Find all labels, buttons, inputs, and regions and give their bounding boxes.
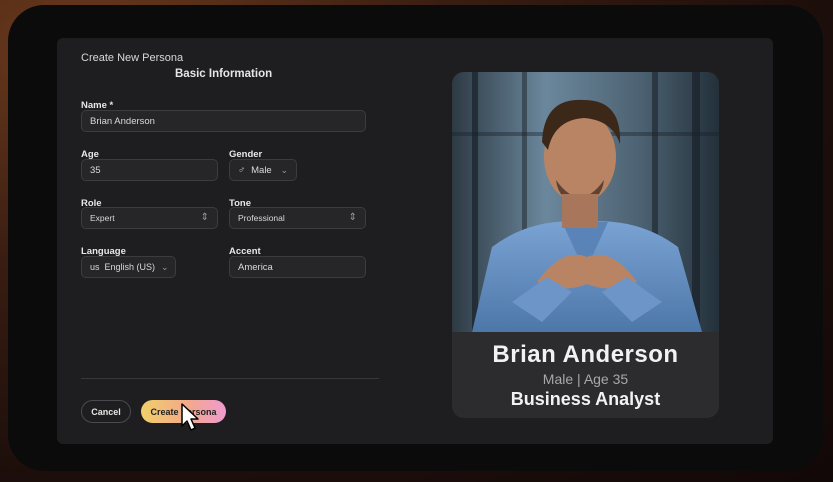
role-value: Expert: [90, 213, 115, 223]
accent-input[interactable]: America: [229, 256, 366, 278]
updown-chevron-icon: ⇕: [348, 212, 357, 223]
gender-value: Male: [251, 164, 272, 176]
preview-gender: Male: [542, 371, 574, 387]
create-persona-dialog: Create New Persona Basic Information Nam…: [57, 38, 773, 444]
flag-us-icon: us: [90, 262, 100, 272]
footer-divider: [81, 378, 379, 379]
section-title: Basic Information: [175, 68, 273, 80]
preview-name: Brian Anderson: [492, 341, 679, 368]
male-symbol-icon: ♂: [238, 164, 246, 176]
age-input[interactable]: 35: [81, 159, 218, 181]
name-value: Brian Anderson: [90, 115, 155, 127]
preview-meta: Male | Age 35: [452, 371, 719, 387]
language-value: English (US): [104, 262, 156, 272]
updown-chevron-icon: ⇕: [200, 212, 209, 223]
preview-age-label: Age: [583, 371, 609, 387]
tone-select[interactable]: Professional ⇕: [229, 207, 366, 229]
tone-value: Professional: [238, 213, 285, 223]
preview-separator: |: [577, 371, 581, 387]
persona-preview-card: Brian Anderson Male | Age 35 Business An…: [452, 72, 719, 418]
cancel-button[interactable]: Cancel: [81, 400, 131, 423]
gender-select[interactable]: ♂ Male ⌄: [229, 159, 297, 181]
persona-avatar-photo: [452, 72, 719, 332]
dialog-title: Create New Persona: [81, 52, 184, 64]
name-input[interactable]: Brian Anderson: [81, 110, 366, 132]
role-select[interactable]: Expert ⇕: [81, 207, 218, 229]
mouse-pointer-icon: [181, 403, 199, 431]
preview-age: 35: [612, 371, 629, 387]
preview-role: Business Analyst: [510, 389, 661, 409]
age-value: 35: [90, 164, 101, 176]
accent-value: America: [238, 261, 273, 273]
chevron-down-icon: ⌄: [161, 261, 169, 272]
chevron-down-icon: ⌄: [280, 164, 288, 175]
language-select[interactable]: us English (US) ⌄: [81, 256, 176, 278]
